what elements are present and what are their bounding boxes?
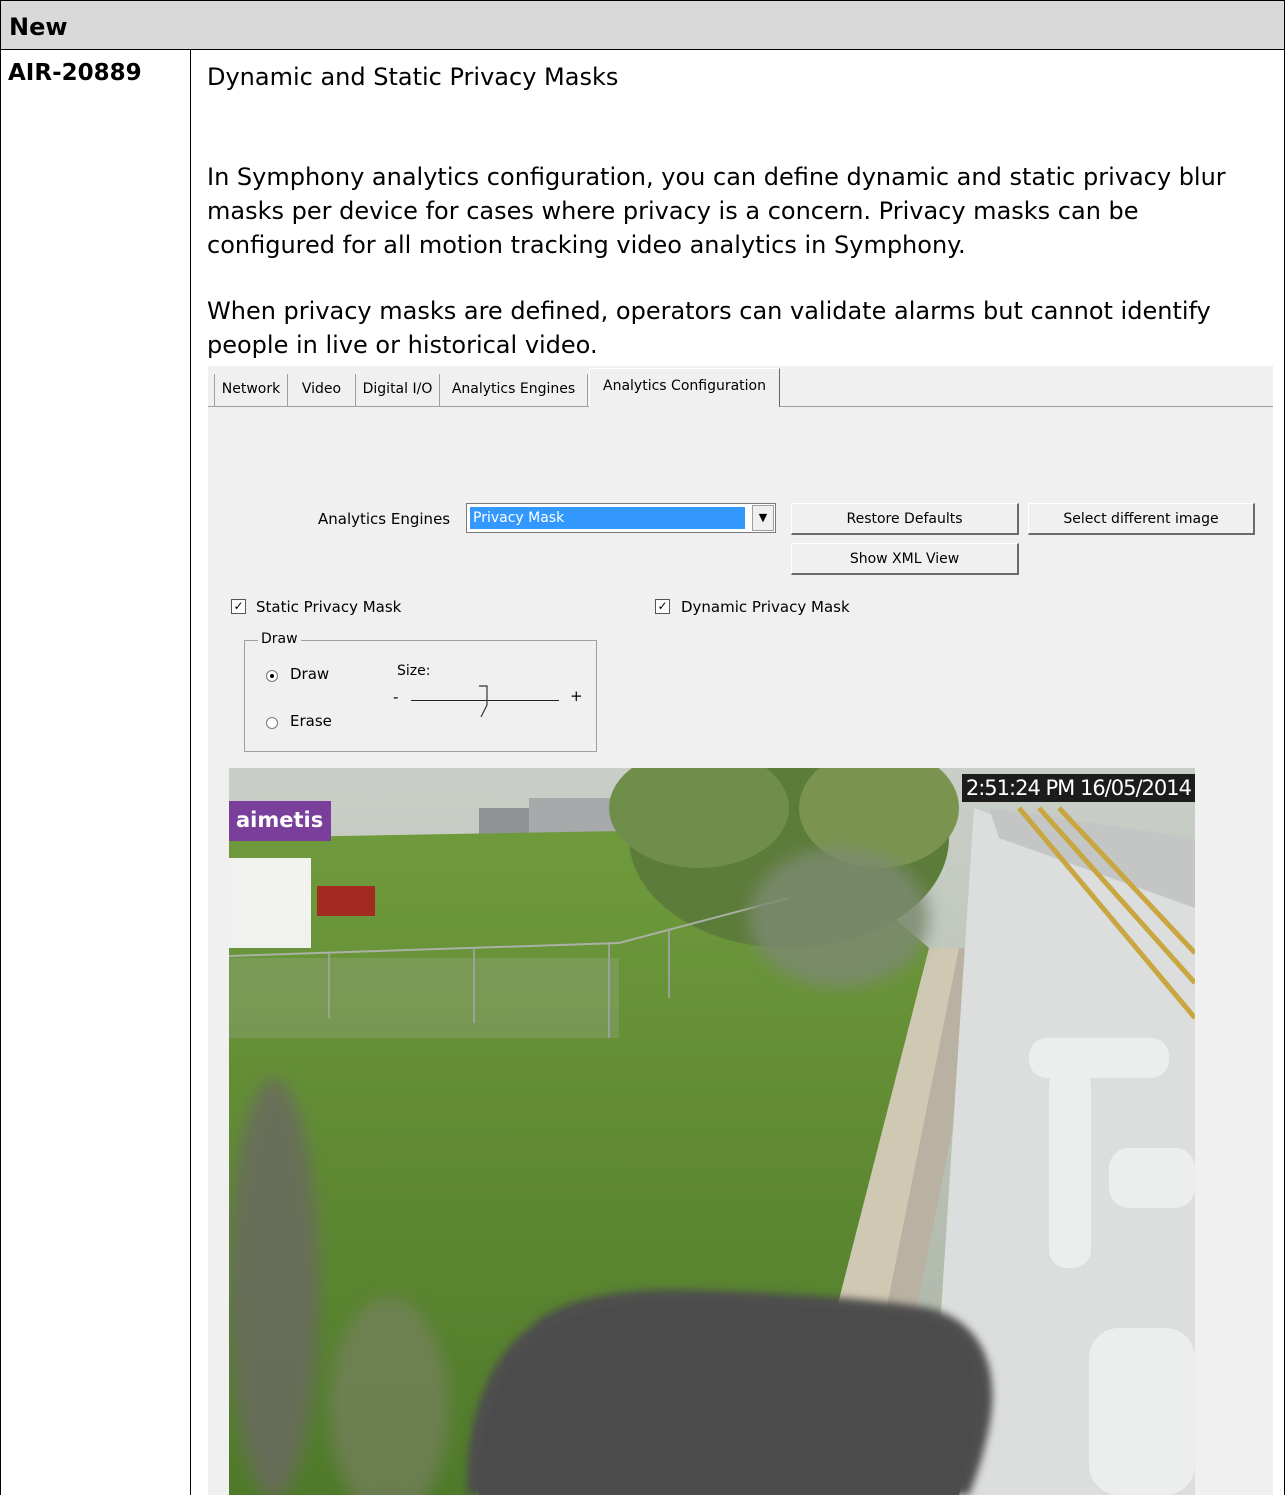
draw-group-title: Draw (258, 631, 301, 647)
chevron-down-icon[interactable]: ▼ (752, 505, 774, 531)
analytics-engines-selected-value: Privacy Mask (470, 507, 745, 529)
draw-radio[interactable] (266, 670, 278, 682)
border-left (0, 0, 1, 1495)
issue-id: AIR-20889 (8, 60, 142, 86)
erase-radio[interactable] (266, 717, 278, 729)
static-privacy-mask-checkbox[interactable]: ✓ (231, 599, 246, 614)
analytics-engines-select[interactable]: Privacy Mask ▼ (466, 503, 776, 533)
radio-selected-dot (270, 674, 274, 678)
border-column-divider (190, 49, 191, 1495)
table-header-label: New (9, 13, 68, 41)
feature-description: In Symphony analytics configuration, you… (207, 163, 1226, 259)
analytics-configuration-screenshot: Network Video Digital I/O Analytics Engi… (208, 366, 1273, 1495)
tab-analytics-engines[interactable]: Analytics Engines (440, 374, 588, 406)
static-privacy-mask-label: Static Privacy Mask (256, 598, 402, 616)
size-label: Size: (397, 663, 431, 679)
draw-radio-label: Draw (290, 665, 330, 683)
draw-groupbox: Draw Draw Erase Size: - + (244, 631, 597, 752)
border-header-bottom (0, 49, 1285, 50)
analytics-engines-label: Analytics Engines (318, 510, 451, 528)
size-min-label: - (393, 688, 399, 706)
feature-title: Dynamic and Static Privacy Masks (207, 63, 619, 91)
select-different-image-button[interactable]: Select different image (1028, 503, 1255, 535)
size-max-label: + (570, 687, 583, 705)
border-top (0, 0, 1285, 1)
erase-radio-label: Erase (290, 712, 332, 730)
restore-defaults-button[interactable]: Restore Defaults (791, 503, 1019, 535)
camera-logo: aimetis (229, 801, 331, 841)
feature-note: When privacy masks are defined, operator… (207, 297, 1211, 359)
size-slider-thumb[interactable] (477, 685, 491, 719)
tab-network[interactable]: Network (214, 374, 288, 406)
show-xml-view-button[interactable]: Show XML View (791, 543, 1019, 575)
release-notes-table: New AIR-20889 Dynamic and Static Privacy… (0, 0, 1285, 1495)
dynamic-privacy-mask-checkbox[interactable]: ✓ (655, 599, 670, 614)
camera-preview[interactable]: aimetis 2:51:24 PM 16/05/2014 (229, 768, 1195, 1495)
table-header-cell: New (1, 1, 1284, 49)
dynamic-privacy-mask-label: Dynamic Privacy Mask (681, 598, 850, 616)
tab-analytics-configuration[interactable]: Analytics Configuration (589, 368, 780, 408)
camera-timestamp: 2:51:24 PM 16/05/2014 (961, 774, 1195, 802)
camera-scene (229, 768, 1195, 1495)
tab-digital-io[interactable]: Digital I/O (356, 374, 440, 406)
tab-video[interactable]: Video (288, 374, 356, 406)
